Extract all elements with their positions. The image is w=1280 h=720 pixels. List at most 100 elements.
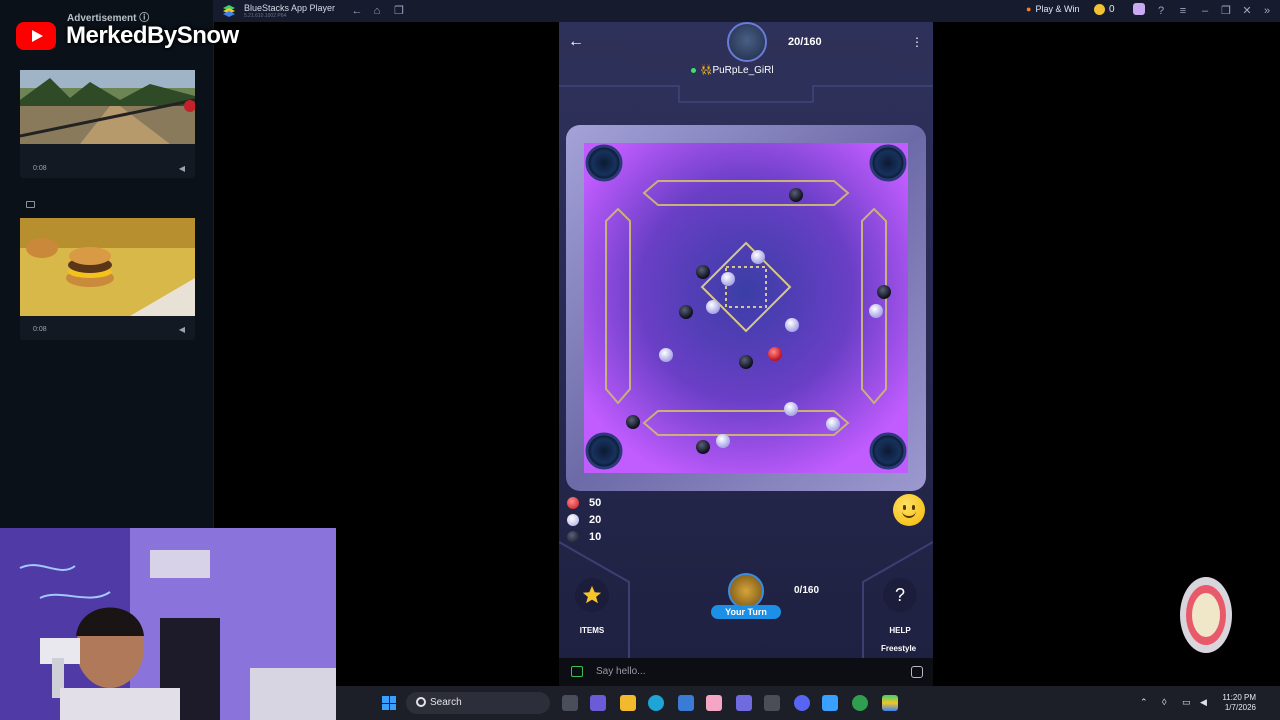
red-coin-points: 50 xyxy=(589,496,602,509)
ad-video-card[interactable]: 0:08 ◀︎ xyxy=(20,218,195,340)
sticker-icon[interactable] xyxy=(911,666,923,678)
white-coin xyxy=(751,250,765,264)
white-coin xyxy=(785,318,799,332)
help-label: HELP xyxy=(889,626,911,635)
search-label: Search xyxy=(430,697,462,708)
black-coin xyxy=(626,415,640,429)
queen-coin xyxy=(768,347,782,361)
your-turn-badge: Your Turn xyxy=(711,605,781,619)
coin-score-legend: 50 20 10 xyxy=(567,494,601,545)
white-coin xyxy=(826,417,840,431)
home-icon[interactable]: ⌂ xyxy=(370,3,384,19)
black-coin xyxy=(696,440,710,454)
ad-video-controls: 0:08 ◀︎ xyxy=(20,160,195,178)
ad-video-thumbnail[interactable] xyxy=(20,70,195,144)
close-icon[interactable]: ✕ xyxy=(1240,3,1254,19)
white-coin-icon xyxy=(567,513,579,526)
white-coin xyxy=(869,304,883,318)
score-row-red: 50 xyxy=(567,494,601,511)
black-coin xyxy=(696,265,710,279)
opponent-shot-counter: 20/160 xyxy=(788,36,822,48)
items-label: ITEMS xyxy=(579,626,605,635)
search-icon xyxy=(416,697,426,707)
chat-bubble-icon[interactable] xyxy=(571,666,583,677)
back-button[interactable]: ← xyxy=(567,33,585,51)
bluestacks-taskbar-icon[interactable] xyxy=(882,695,898,711)
battery-icon[interactable]: ▭ xyxy=(1182,697,1191,708)
webcam-overlay xyxy=(0,528,336,720)
opponent-avatar[interactable] xyxy=(727,22,767,62)
file-explorer-icon[interactable] xyxy=(620,695,636,711)
more-options-icon[interactable]: ⋮ xyxy=(911,34,923,50)
white-coin xyxy=(659,348,673,362)
bluestacks-logo-icon xyxy=(223,5,235,17)
ad-video-thumbnail[interactable] xyxy=(20,218,195,316)
coin-count-value: 0 xyxy=(1109,4,1115,15)
game-mode-label: Freestyle xyxy=(881,644,917,653)
emoji-button[interactable] xyxy=(893,494,925,526)
restore-icon[interactable]: ❐ xyxy=(1219,3,1233,19)
app-icon[interactable] xyxy=(764,695,780,711)
ad-sidebar: Advertisement ⓘ 0:08 ◀︎ 0:08 ◀︎ xyxy=(0,0,214,528)
white-coin xyxy=(721,272,735,286)
windows-start-icon[interactable] xyxy=(382,696,396,710)
app-icon[interactable] xyxy=(852,695,868,711)
volume-icon[interactable]: ◀︎ xyxy=(179,164,185,173)
discord-icon[interactable] xyxy=(794,695,810,711)
edge-browser-icon[interactable] xyxy=(648,695,664,711)
teams-icon[interactable] xyxy=(590,695,606,711)
streamer-camera-feed xyxy=(0,528,336,720)
team-badge-sticker xyxy=(1180,577,1232,653)
black-coin-points: 10 xyxy=(589,530,602,543)
chat-bar: Say hello... xyxy=(559,658,933,686)
help-button[interactable]: ? HELP xyxy=(877,578,923,638)
white-coin xyxy=(716,434,730,448)
player-avatar[interactable] xyxy=(728,573,764,609)
app-icon[interactable] xyxy=(706,695,722,711)
play-win-button[interactable]: ● Play & Win xyxy=(1026,4,1079,14)
ad-video-card[interactable]: 0:08 ◀︎ xyxy=(20,70,195,178)
hamburger-menu-icon[interactable]: ≡ xyxy=(1176,3,1190,19)
ad-info-icon[interactable] xyxy=(26,201,35,208)
channel-name: MerkedBySnow xyxy=(66,22,239,49)
chat-input[interactable]: Say hello... xyxy=(596,666,645,677)
star-icon xyxy=(575,578,609,612)
tray-clock[interactable]: 11:20 PM 1/7/2026 xyxy=(1216,693,1256,713)
white-coin xyxy=(706,300,720,314)
coin-balance[interactable]: 0 xyxy=(1094,4,1115,15)
profile-avatar-icon[interactable] xyxy=(1132,3,1146,19)
taskbar-search[interactable]: Search xyxy=(406,692,550,714)
black-coin xyxy=(739,355,753,369)
notepad-icon[interactable] xyxy=(822,695,838,711)
player-shot-counter: 0/160 xyxy=(794,585,820,596)
opponent-info: 👯‍♀️PuRpLe_GiRl xyxy=(691,63,774,77)
pocket-top-left xyxy=(585,144,623,182)
help-circle-icon[interactable]: ? xyxy=(1154,3,1168,19)
bike-trail-thumbnail xyxy=(20,70,195,144)
back-arrow-icon[interactable]: ← xyxy=(350,3,364,19)
windows-taskbar: Search ⌃ ◊ ▭ ◀︎ 11:20 PM 1/7/2026 xyxy=(336,686,1280,720)
channel-watermark: MerkedBySnow xyxy=(16,22,239,50)
volume-icon[interactable]: ◀︎ xyxy=(1200,697,1207,708)
white-coin-points: 20 xyxy=(589,513,602,526)
score-row-white: 20 xyxy=(567,511,601,528)
clock-date: 1/7/2026 xyxy=(1224,703,1256,712)
pocket-bottom-left xyxy=(585,432,623,470)
black-coin xyxy=(789,188,803,202)
store-icon[interactable] xyxy=(678,695,694,711)
task-view-icon[interactable] xyxy=(562,695,578,711)
items-button[interactable]: ITEMS xyxy=(569,578,615,638)
black-coin-icon xyxy=(567,530,579,543)
app-icon[interactable] xyxy=(736,695,752,711)
play-win-label: Play & Win xyxy=(1035,4,1080,14)
coin-icon xyxy=(1094,4,1105,15)
sidebar-toggle-icon[interactable]: » xyxy=(1260,3,1274,19)
tray-overflow-icon[interactable]: ⌃ xyxy=(1140,697,1148,708)
multi-instance-icon[interactable]: ❐ xyxy=(392,3,406,19)
opponent-name: 👯‍♀️PuRpLe_GiRl xyxy=(700,64,774,76)
volume-icon[interactable]: ◀︎ xyxy=(179,325,185,334)
question-mark-icon: ? xyxy=(883,578,917,612)
network-icon[interactable]: ◊ xyxy=(1162,697,1166,707)
minimize-icon[interactable]: – xyxy=(1198,3,1212,19)
carrom-board[interactable] xyxy=(566,125,926,491)
